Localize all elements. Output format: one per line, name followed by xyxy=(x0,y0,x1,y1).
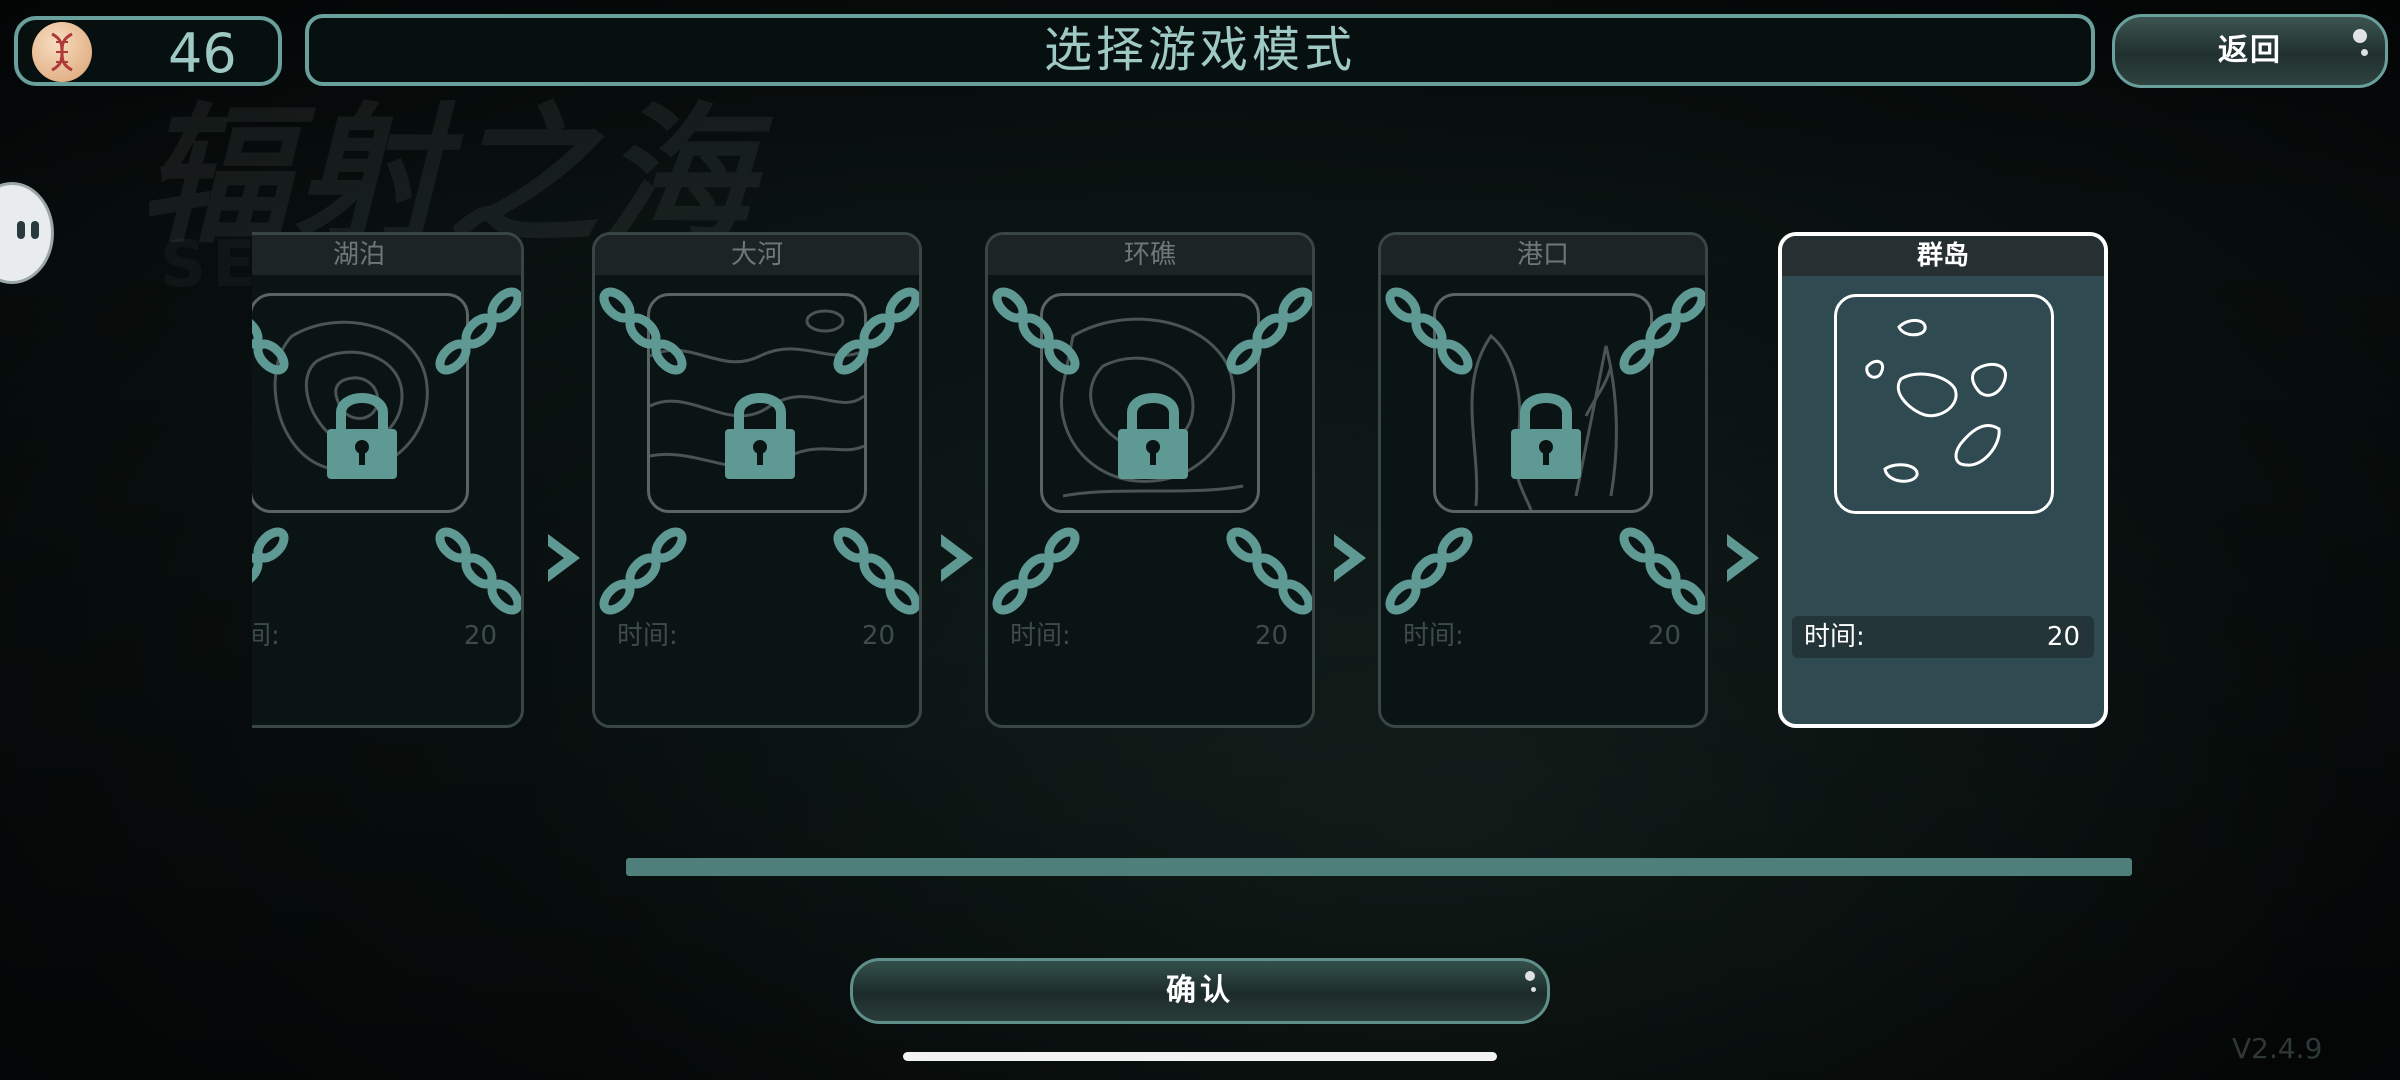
mode-card-river[interactable]: 大河 时间: 20 xyxy=(592,232,922,728)
header-bar: 选择游戏模式 xyxy=(305,14,2095,86)
mode-card-time: 时间: 20 xyxy=(1792,616,2094,658)
back-button-label: 返回 xyxy=(2218,33,2282,68)
arrow-right-icon xyxy=(1334,534,1366,582)
mode-carousel[interactable]: 湖泊 时间: 20 xyxy=(252,228,2152,738)
assistant-eye xyxy=(31,221,39,239)
arrow-right-icon xyxy=(548,534,580,582)
arrow-right-icon xyxy=(941,534,973,582)
assistant-eye xyxy=(17,221,25,239)
confirm-button[interactable]: 确认 xyxy=(850,958,1550,1024)
chain-lock-overlay xyxy=(1385,287,1705,615)
mode-card-harbor[interactable]: 港口 时间: 20 xyxy=(1378,232,1708,728)
home-indicator[interactable] xyxy=(903,1052,1497,1061)
confirm-button-label: 确认 xyxy=(1166,973,1234,1008)
currency-value: 46 xyxy=(168,22,237,85)
back-button[interactable]: 返回 xyxy=(2112,14,2388,88)
page-title: 选择游戏模式 xyxy=(1043,22,1356,78)
mode-card-name: 湖泊 xyxy=(252,235,521,275)
mode-card-atoll[interactable]: 环礁 时间: 20 xyxy=(985,232,1315,728)
mode-card-lake[interactable]: 湖泊 时间: 20 xyxy=(252,232,524,728)
chain-lock-overlay xyxy=(252,287,521,615)
mode-card-name: 港口 xyxy=(1381,235,1705,275)
button-shine xyxy=(1531,987,1536,992)
button-shine xyxy=(2361,49,2368,56)
mode-card-name: 环礁 xyxy=(988,235,1312,275)
button-shine xyxy=(1525,971,1535,981)
archipelago-map-icon xyxy=(1834,294,2054,514)
time-value: 20 xyxy=(2046,622,2080,652)
dna-coin-icon xyxy=(32,22,92,82)
chain-lock-overlay xyxy=(992,287,1312,615)
currency-counter[interactable]: 46 xyxy=(14,16,282,86)
chain-lock-overlay xyxy=(599,287,919,615)
mode-card-name: 群岛 xyxy=(1782,236,2104,276)
version-label: V2.4.9 xyxy=(2232,1032,2323,1065)
mode-card-archipelago[interactable]: 群岛 时间: 20 xyxy=(1778,232,2108,728)
arrow-right-icon xyxy=(1727,534,1759,582)
time-label: 时间: xyxy=(1804,622,1865,652)
carousel-scrollbar[interactable] xyxy=(626,858,2132,876)
button-shine xyxy=(2353,29,2367,43)
mode-card-name: 大河 xyxy=(595,235,919,275)
